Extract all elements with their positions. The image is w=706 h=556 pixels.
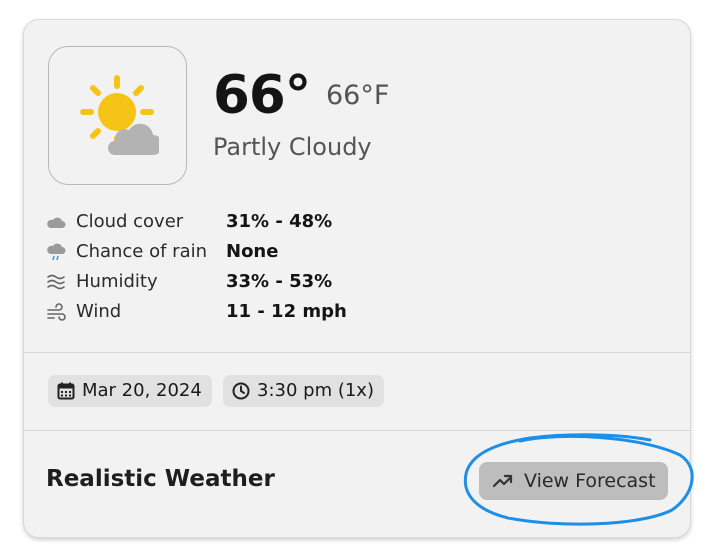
stat-value: 31% - 48%	[226, 211, 333, 232]
partly-cloudy-icon	[80, 75, 159, 155]
view-forecast-button[interactable]: View Forecast	[479, 462, 668, 500]
stat-value: 11 - 12 mph	[226, 301, 347, 322]
clock-icon	[232, 382, 250, 400]
trending-up-icon	[492, 474, 513, 488]
stat-value: None	[226, 241, 279, 262]
stat-humidity: Humidity 33% - 53%	[46, 270, 366, 294]
rain-cloud-icon	[47, 243, 66, 261]
time-chip[interactable]: 3:30 pm (1x)	[223, 375, 384, 407]
temperature: 66°	[213, 65, 311, 126]
temperature-fahrenheit: 66°F	[326, 80, 390, 111]
condition-text: Partly Cloudy	[213, 133, 372, 161]
date-chip[interactable]: Mar 20, 2024	[48, 375, 212, 407]
calendar-icon	[57, 382, 75, 400]
cloud-icon	[47, 217, 66, 228]
stat-cloud-cover: Cloud cover 31% - 48%	[46, 210, 366, 234]
time-text: 3:30 pm (1x)	[257, 380, 374, 401]
stat-wind: Wind 11 - 12 mph	[46, 300, 366, 324]
brand-name: Realistic Weather	[46, 466, 275, 492]
stat-label: Humidity	[76, 271, 158, 292]
stat-label: Chance of rain	[76, 241, 208, 262]
view-forecast-label: View Forecast	[524, 470, 656, 492]
stat-chance-of-rain: Chance of rain None	[46, 240, 366, 264]
divider	[24, 430, 690, 431]
humidity-icon	[47, 274, 65, 290]
stat-label: Cloud cover	[76, 211, 184, 232]
weather-icon-box	[48, 46, 187, 185]
wind-icon	[47, 303, 66, 321]
stat-value: 33% - 53%	[226, 271, 333, 292]
weather-card: 66° 66°F Partly Cloudy Cloud cover 31% -…	[23, 19, 691, 538]
divider	[24, 352, 690, 353]
date-text: Mar 20, 2024	[82, 380, 202, 401]
stat-label: Wind	[76, 301, 122, 322]
